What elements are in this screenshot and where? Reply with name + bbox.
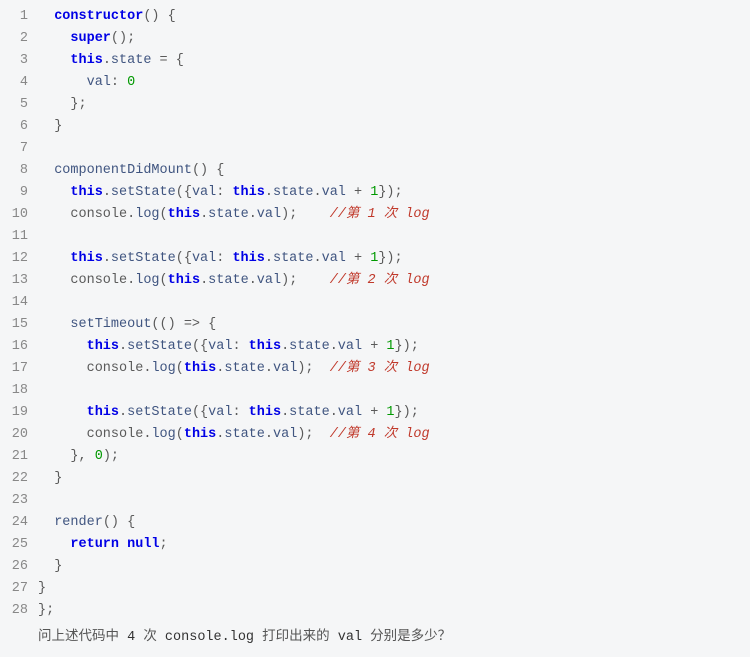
line-number: 27 [0, 578, 28, 600]
line-number: 15 [0, 314, 28, 336]
code-content: constructor() { super(); this.state = { … [38, 6, 750, 622]
line-number: 3 [0, 50, 28, 72]
code-line: }; [38, 600, 750, 622]
code-line: constructor() { [38, 6, 750, 28]
code-line: console.log(this.state.val); //第 4 次 log [38, 424, 750, 446]
code-line: this.setState({val: this.state.val + 1})… [38, 336, 750, 358]
code-line: console.log(this.state.val); //第 1 次 log [38, 204, 750, 226]
code-line: }; [38, 94, 750, 116]
code-line: super(); [38, 28, 750, 50]
line-number: 12 [0, 248, 28, 270]
line-number: 25 [0, 534, 28, 556]
line-number: 26 [0, 556, 28, 578]
code-line: }, 0); [38, 446, 750, 468]
code-block: 1 2 3 4 5 6 7 8 9 10 11 12 13 14 15 16 1… [0, 6, 750, 622]
code-line: this.setState({val: this.state.val + 1})… [38, 182, 750, 204]
code-line: console.log(this.state.val); //第 3 次 log [38, 358, 750, 380]
code-line: render() { [38, 512, 750, 534]
line-number: 24 [0, 512, 28, 534]
code-line: this.state = { [38, 50, 750, 72]
code-line: } [38, 116, 750, 138]
line-number: 14 [0, 292, 28, 314]
line-number: 1 [0, 6, 28, 28]
line-number: 18 [0, 380, 28, 402]
code-line: return null; [38, 534, 750, 556]
code-line: this.setState({val: this.state.val + 1})… [38, 402, 750, 424]
line-number: 5 [0, 94, 28, 116]
code-line [38, 138, 750, 160]
line-number: 22 [0, 468, 28, 490]
line-number: 7 [0, 138, 28, 160]
line-number: 19 [0, 402, 28, 424]
question-text: 问上述代码中 4 次 console.log 打印出来的 val 分别是多少？ [38, 624, 750, 645]
line-number: 21 [0, 446, 28, 468]
line-number: 6 [0, 116, 28, 138]
code-line: setTimeout(() => { [38, 314, 750, 336]
line-number: 2 [0, 28, 28, 50]
code-line: this.setState({val: this.state.val + 1})… [38, 248, 750, 270]
code-line: componentDidMount() { [38, 160, 750, 182]
code-line: console.log(this.state.val); //第 2 次 log [38, 270, 750, 292]
code-line: val: 0 [38, 72, 750, 94]
code-line [38, 226, 750, 248]
line-number: 9 [0, 182, 28, 204]
code-line [38, 380, 750, 402]
line-number: 8 [0, 160, 28, 182]
code-line: } [38, 468, 750, 490]
line-number: 4 [0, 72, 28, 94]
line-number: 17 [0, 358, 28, 380]
code-line [38, 490, 750, 512]
line-number: 11 [0, 226, 28, 248]
code-line: } [38, 556, 750, 578]
line-number: 28 [0, 600, 28, 622]
line-number: 13 [0, 270, 28, 292]
line-number: 20 [0, 424, 28, 446]
line-number: 10 [0, 204, 28, 226]
line-number: 23 [0, 490, 28, 512]
line-number-gutter: 1 2 3 4 5 6 7 8 9 10 11 12 13 14 15 16 1… [0, 6, 38, 622]
line-number: 16 [0, 336, 28, 358]
code-line [38, 292, 750, 314]
code-line: } [38, 578, 750, 600]
